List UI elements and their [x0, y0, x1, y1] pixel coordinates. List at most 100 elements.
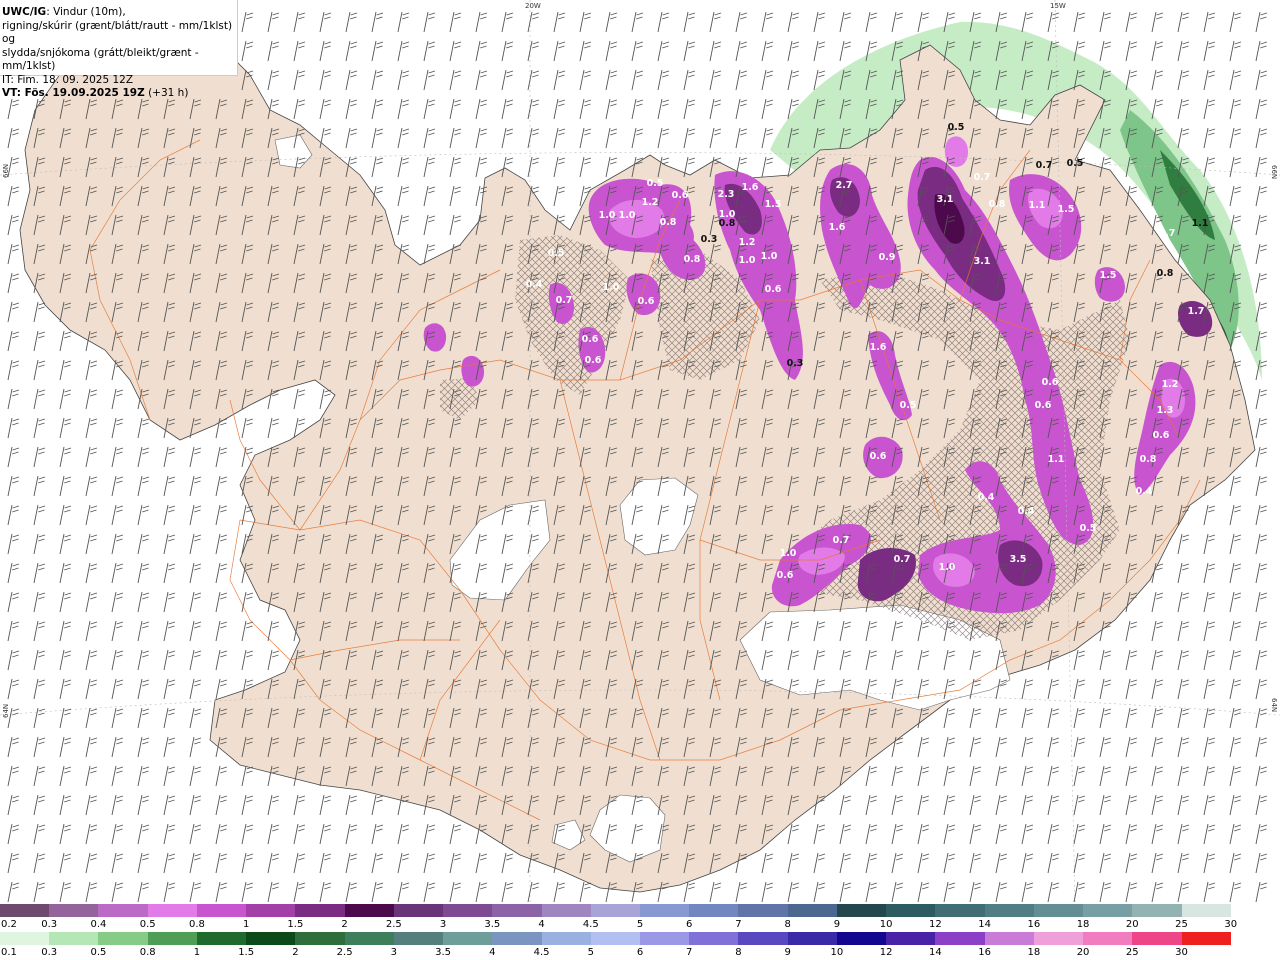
legend-swatch: [443, 932, 493, 945]
precip-value-label: 0.6: [1153, 430, 1170, 441]
precip-value-label: 0.8: [989, 199, 1006, 210]
precip-value-label: 0.8: [1157, 268, 1174, 279]
legend-tick-label: 1.5: [238, 947, 255, 958]
color-legend: 0.2 0.3 0.4 0.5 0.8 1 1.5 2 2.5 3 3.5 4 4.5 5 6 7 8 9 10 12…: [0, 902, 1280, 960]
legend-swatch: [98, 932, 149, 945]
precip-value-label: 3.1: [974, 256, 991, 267]
legend-tick-label: 0.5: [90, 947, 107, 958]
legend-tick-label: 0.2: [1, 919, 17, 930]
legend-swatch: [1132, 904, 1183, 917]
precip-value-label: 0.5: [900, 400, 917, 411]
legend-swatch: [1033, 932, 1084, 945]
precip-value-label: 1.6: [870, 342, 887, 353]
legend-tick-label: 5: [587, 947, 594, 958]
legend-tick-label: 10: [830, 947, 844, 958]
precip-value-label: 1.0: [939, 562, 956, 573]
precip-value-label: 0.7: [1159, 228, 1176, 239]
precip-value-label: 0.6: [1035, 400, 1052, 411]
legend-swatch: [541, 904, 592, 917]
legend-tick-label: 25: [1175, 919, 1188, 930]
precip-value-label: 0.5: [647, 178, 664, 189]
precip-value-label: 0.5: [1080, 523, 1097, 534]
legend-tick-label: 5: [636, 919, 644, 930]
legend-tick-label: 30: [1175, 947, 1188, 958]
legend-tick-label: 0.1: [1, 947, 17, 958]
init-time: IT: Fim. 18. 09. 2025 12Z: [2, 73, 134, 86]
precip-value-label: 1.6: [742, 182, 759, 193]
legend-tick-label: 0.3: [41, 947, 58, 958]
legend-swatch: [49, 932, 99, 945]
precip-value-label: 1.1: [1048, 454, 1065, 465]
precip-value-label: 1.2: [1162, 379, 1179, 390]
grid-label-64n-right: 64N: [1270, 698, 1278, 712]
precip-value-label: 1.7: [1188, 306, 1205, 317]
precip-value-label: 0.6: [672, 190, 689, 201]
legend-swatch: [295, 932, 346, 945]
legend-swatch: [0, 904, 50, 917]
grid-label-20w: 20W: [525, 2, 541, 10]
legend-swatch: [886, 904, 936, 917]
legend-tick-label: 9: [833, 919, 841, 930]
weather-map: 0.51.0 1.01.20.80.30.80.50.40.70.60.61.00…: [0, 0, 1280, 902]
legend-tick-label: 0.8: [139, 947, 156, 958]
precip-value-label: 0.7: [894, 554, 911, 565]
legend-swatch: [492, 904, 543, 917]
legend-tick-label: 14: [978, 919, 991, 930]
grid-label-66n-right: 66N: [1270, 165, 1278, 179]
legend-swatch: [689, 932, 739, 945]
legend-swatch: [1181, 904, 1232, 917]
precip-value-label: 1.5: [1058, 204, 1075, 215]
map-desc-snow: slydda/snjókoma (grátt/bleikt/grænt - mm…: [2, 46, 199, 73]
precip-value-label: 1.5: [1100, 270, 1117, 281]
forecast-offset: (+31 h): [144, 87, 189, 99]
legend-swatch: [295, 904, 346, 917]
legend-tick-label: 7: [686, 947, 693, 958]
precip-value-label: 0.3: [701, 234, 718, 245]
legend-swatch: [393, 932, 444, 945]
legend-swatch: [836, 932, 887, 945]
precip-value-label: 1.0: [780, 548, 797, 559]
valid-time: VT: Fös. 19.09.2025 19Z: [2, 87, 145, 99]
legend-swatch: [590, 932, 641, 945]
legend-tick-label: 25: [1125, 947, 1139, 958]
legend-swatch: [738, 932, 789, 945]
legend-swatch: [49, 904, 99, 917]
precip-value-label: 2.7: [836, 180, 853, 191]
legend-tick-label: 7: [735, 919, 742, 930]
precip-value-label: 1.6: [829, 222, 846, 233]
precip-value-label: 1.0: [739, 255, 756, 266]
legend-tick-label: 2: [292, 947, 299, 958]
legend-tick-label: 12: [929, 919, 942, 930]
legend-tick-label: 20: [1125, 919, 1139, 930]
legend-swatch: [935, 904, 986, 917]
precip-value-label: 0.4: [1136, 486, 1153, 497]
legend-swatch: [787, 904, 838, 917]
legend-swatch: [98, 904, 149, 917]
precip-value-label: 1.5: [765, 199, 782, 210]
legend-swatch: [443, 904, 493, 917]
map-info-box: UWC/IG: Vindur (10m), rigning/skúrir (gr…: [0, 0, 238, 99]
legend-tick-label: 0.4: [90, 919, 107, 930]
precip-value-label: 0.6: [777, 570, 794, 581]
legend-tick-label: 2: [341, 919, 348, 930]
legend-tick-label: 2.5: [385, 919, 402, 930]
legend-tick-label: 16: [1027, 919, 1041, 930]
legend-tick-label: 3.5: [435, 947, 452, 958]
legend-swatch: [147, 932, 198, 945]
precip-value-label: 2.3: [718, 189, 735, 200]
legend-tick-label: 18: [1076, 919, 1090, 930]
precip-value-label: 0.8: [684, 254, 701, 265]
legend-tick-label: 16: [978, 947, 991, 958]
legend-swatch: [492, 932, 543, 945]
legend-tick-label: 30: [1224, 919, 1238, 930]
precip-value-label: 1.2: [642, 197, 659, 208]
grid-label-15w: 15W: [1050, 2, 1066, 10]
legend-swatch: [1083, 932, 1133, 945]
precip-value-label: 0.6: [765, 284, 782, 295]
precip-value-label: 1.1: [1029, 200, 1046, 211]
legend-tick-label: 1: [193, 947, 201, 958]
legend-tick-label: 20: [1076, 947, 1090, 958]
legend-swatch: [640, 904, 690, 917]
precip-value-label: 0.4: [526, 279, 543, 290]
precip-value-label: 1.3: [1157, 405, 1174, 416]
